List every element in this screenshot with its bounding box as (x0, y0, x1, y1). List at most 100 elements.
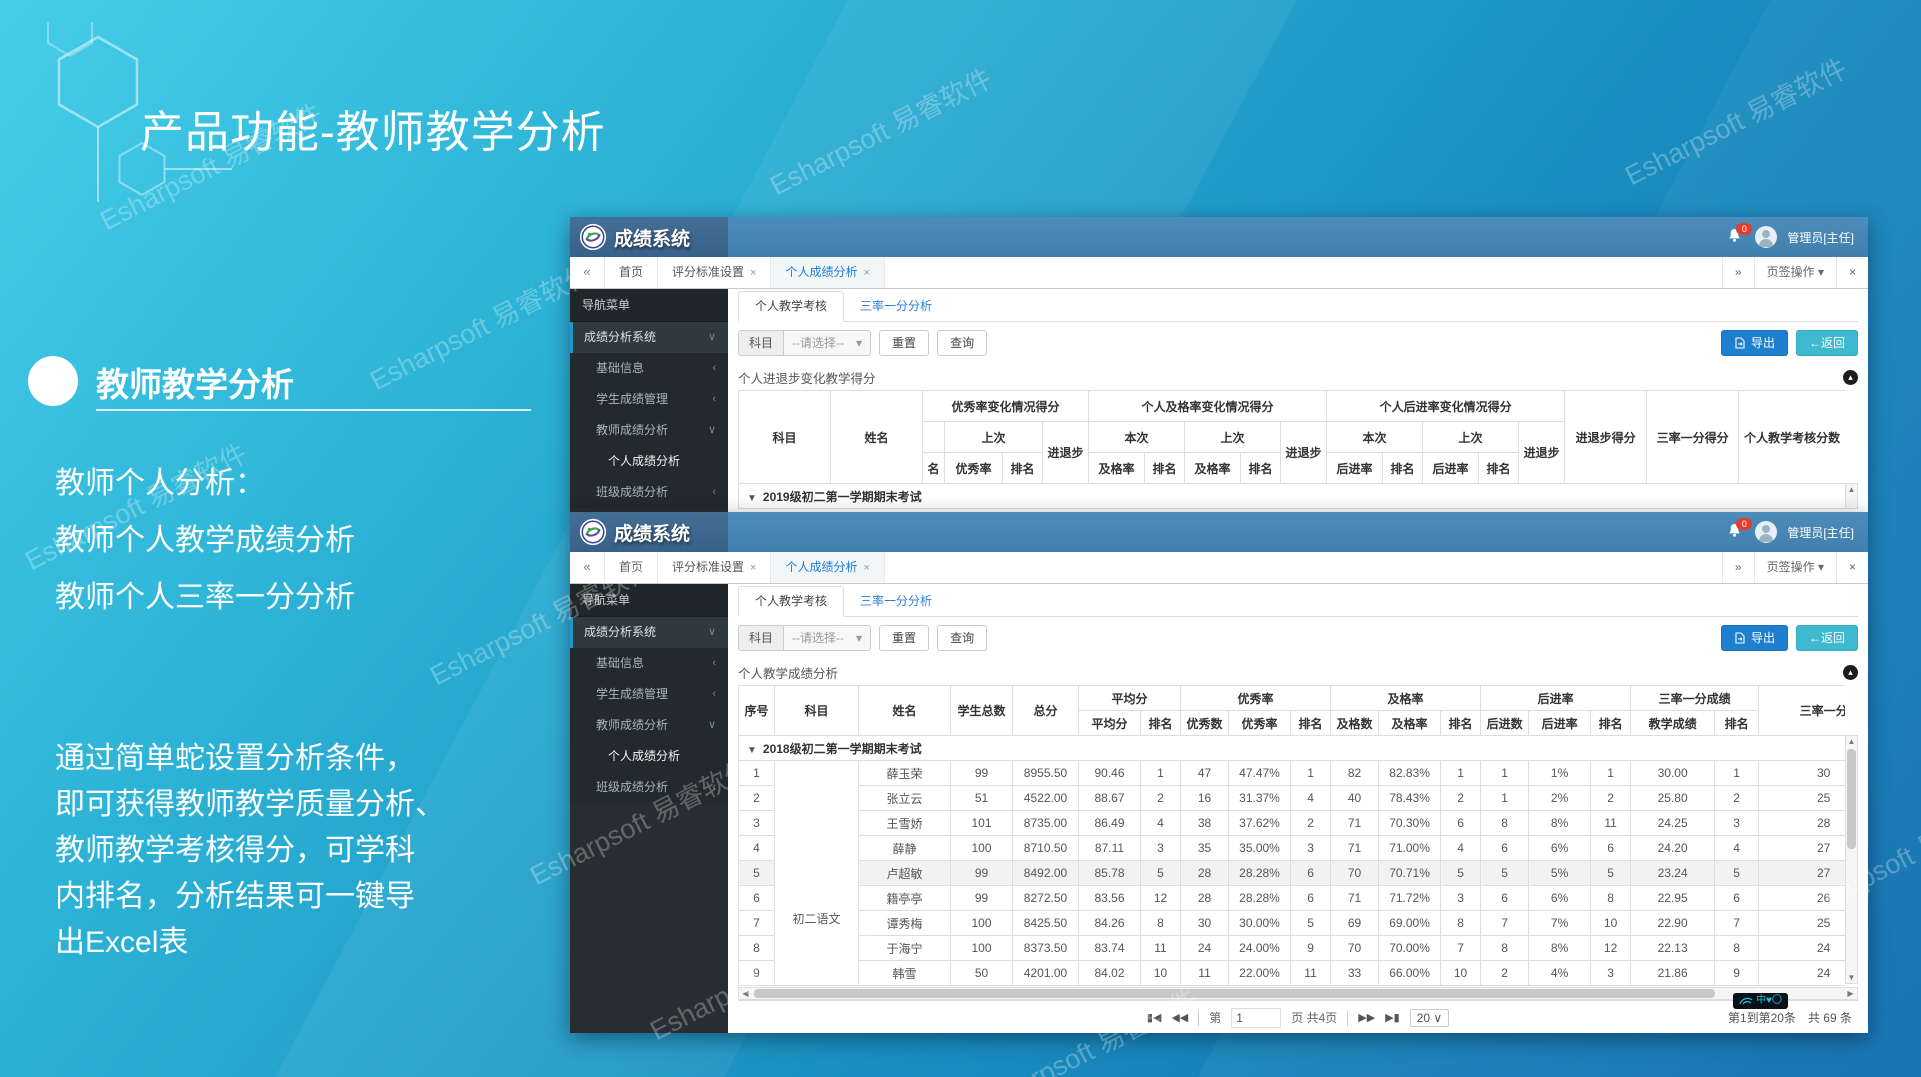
sidebar-item-教师成绩分析[interactable]: 教师成绩分析∨ (570, 710, 728, 741)
horizontal-scrollbar[interactable]: ◀▶ (738, 987, 1858, 1000)
avatar[interactable] (1755, 226, 1777, 248)
subject-select[interactable]: --请选择-- ▾ (783, 330, 871, 356)
cell: 90.46 (1079, 761, 1141, 786)
cell: 69 (1331, 911, 1379, 936)
divider (1198, 1010, 1199, 1026)
cell-index: 8 (739, 936, 775, 961)
tab-三率一分分析[interactable]: 三率一分分析 (844, 292, 948, 321)
tab-三率一分分析[interactable]: 三率一分分析 (844, 587, 948, 616)
cell-index: 5 (739, 861, 775, 886)
breadcrumb-tab[interactable]: 评分标准设置× (658, 257, 771, 288)
table-row[interactable]: 3王雪娇1018735.0086.4943837.62%27170.30%688… (739, 811, 1846, 836)
back-button[interactable]: ←返回 (1796, 625, 1858, 651)
sidebar-item-label: 教师成绩分析 (596, 710, 668, 741)
prev-page-button[interactable]: ◀◀ (1171, 1011, 1188, 1024)
collapse-tabs-icon[interactable]: « (570, 552, 605, 583)
panel-collapse-icon[interactable]: ▴ (1843, 370, 1858, 385)
scroll-up-icon[interactable]: ▲ (1848, 484, 1856, 495)
expand-tabs-icon[interactable]: » (1722, 257, 1754, 288)
sidebar-item-教师成绩分析[interactable]: 教师成绩分析∨ (570, 415, 728, 446)
sidebar-item-学生成绩管理[interactable]: 学生成绩管理‹ (570, 384, 728, 415)
scroll-thumb[interactable] (754, 989, 1715, 998)
vertical-scrollbar[interactable]: ▲▼ (1845, 735, 1858, 984)
tab-个人教学考核[interactable]: 个人教学考核 (738, 291, 844, 322)
expand-tabs-icon[interactable]: » (1722, 552, 1754, 583)
vertical-scrollbar[interactable]: ▲ (1845, 483, 1858, 509)
cell: 5% (1529, 861, 1591, 886)
scroll-down-icon[interactable]: ▼ (1848, 972, 1856, 983)
back-button[interactable]: ←返回 (1796, 330, 1858, 356)
cell: 2 (1715, 786, 1759, 811)
cell: 30 (1759, 761, 1845, 786)
column-header: 名 (923, 453, 945, 484)
notification-bell-button[interactable]: 0 (1727, 228, 1745, 246)
sidebar-item-个人成绩分析[interactable]: 个人成绩分析 (570, 741, 728, 772)
table-row[interactable]: 5卢超敏998492.0085.7852828.28%67070.71%555%… (739, 861, 1846, 886)
scroll-up-icon[interactable]: ▲ (1848, 736, 1856, 747)
tab-close-icon[interactable]: × (863, 267, 869, 279)
sidebar-item-基础信息[interactable]: 基础信息‹ (570, 353, 728, 384)
export-button[interactable]: 导出 (1721, 330, 1788, 356)
sidebar-item-班级成绩分析[interactable]: 班级成绩分析‹ (570, 772, 728, 803)
sidebar-item-学生成绩管理[interactable]: 学生成绩管理‹ (570, 679, 728, 710)
window-header-bar: 0管理员[主任] (728, 512, 1868, 552)
tab-operations-button[interactable]: 页签操作 ▾ (1754, 552, 1836, 583)
cell: 6 (1715, 886, 1759, 911)
tab-close-icon[interactable]: × (863, 562, 869, 574)
tabbar-close-icon[interactable]: × (1836, 552, 1868, 583)
cell: 25 (1759, 786, 1845, 811)
tab-close-icon[interactable]: × (750, 267, 756, 279)
sidebar-item-成绩分析系统[interactable]: 成绩分析系统∨ (570, 617, 728, 648)
avatar[interactable] (1755, 521, 1777, 543)
table-row[interactable]: 4薛静1008710.5087.1133535.00%37171.00%466%… (739, 836, 1846, 861)
column-header: 个人及格率变化情况得分 (1089, 391, 1327, 422)
table-row[interactable]: 6籍亭亭998272.5083.56122828.28%67171.72%366… (739, 886, 1846, 911)
table-row[interactable]: 1初二语文薛玉荣998955.5090.4614747.47%18282.83%… (739, 761, 1846, 786)
table-row[interactable]: 7谭秀梅1008425.5084.2683030.00%56969.00%877… (739, 911, 1846, 936)
panel-collapse-icon[interactable]: ▴ (1843, 665, 1858, 680)
group-row[interactable]: ▼2019级初二第一学期期末考试 (739, 484, 1846, 509)
sidebar-item-个人成绩分析[interactable]: 个人成绩分析 (570, 446, 728, 477)
next-page-button[interactable]: ▶▶ (1358, 1011, 1375, 1024)
breadcrumb-tab[interactable]: 个人成绩分析× (771, 552, 884, 583)
scroll-track[interactable] (752, 988, 1844, 999)
cell: 47 (1181, 761, 1229, 786)
tab-operations-button[interactable]: 页签操作 ▾ (1754, 257, 1836, 288)
cell: 35.00% (1229, 836, 1291, 861)
page-input[interactable]: 1 (1231, 1008, 1281, 1028)
group-row[interactable]: ▼2018级初二第一学期期末考试 (739, 736, 1846, 761)
export-button[interactable]: 导出 (1721, 625, 1788, 651)
page-size-select[interactable]: 20 ∨ (1410, 1009, 1449, 1027)
first-page-button[interactable]: ▮◀ (1147, 1011, 1162, 1024)
breadcrumb-tab[interactable]: 评分标准设置× (658, 552, 771, 583)
subject-select[interactable]: --请选择-- ▾ (783, 625, 871, 651)
reset-button[interactable]: 重置 (879, 330, 929, 356)
reset-button[interactable]: 重置 (879, 625, 929, 651)
tabbar-close-icon[interactable]: × (1836, 257, 1868, 288)
sidebar-item-班级成绩分析[interactable]: 班级成绩分析‹ (570, 477, 728, 508)
tab-close-icon[interactable]: × (750, 562, 756, 574)
collapse-tabs-icon[interactable]: « (570, 257, 605, 288)
breadcrumb-tab[interactable]: 首页 (605, 552, 658, 583)
query-button[interactable]: 查询 (937, 330, 987, 356)
last-page-button[interactable]: ▶▮ (1385, 1011, 1400, 1024)
scroll-right-icon[interactable]: ▶ (1844, 989, 1857, 998)
tab-个人教学考核[interactable]: 个人教学考核 (738, 586, 844, 617)
scroll-thumb[interactable] (1847, 749, 1856, 849)
column-header: 后进率 (1529, 711, 1591, 736)
breadcrumb-tab[interactable]: 个人成绩分析× (771, 257, 884, 288)
sidebar-item-成绩分析系统[interactable]: 成绩分析系统∨ (570, 322, 728, 353)
cell-index: 7 (739, 911, 775, 936)
table-row[interactable]: 8于海宁1008373.5083.74112424.00%97070.00%78… (739, 936, 1846, 961)
cell: 6 (1291, 886, 1331, 911)
scroll-left-icon[interactable]: ◀ (739, 989, 752, 998)
subject-filter-group: 科目--请选择-- ▾ (738, 625, 871, 651)
query-button[interactable]: 查询 (937, 625, 987, 651)
notification-bell-button[interactable]: 0 (1727, 523, 1745, 541)
sidebar-item-基础信息[interactable]: 基础信息‹ (570, 648, 728, 679)
table-row[interactable]: 9韩雪504201.0084.02101122.00%113366.00%102… (739, 961, 1846, 986)
cell: 69.00% (1379, 911, 1441, 936)
table-row[interactable]: 2张立云514522.0088.6721631.37%44078.43%212%… (739, 786, 1846, 811)
breadcrumb-tab[interactable]: 首页 (605, 257, 658, 288)
cell: 8 (1715, 936, 1759, 961)
